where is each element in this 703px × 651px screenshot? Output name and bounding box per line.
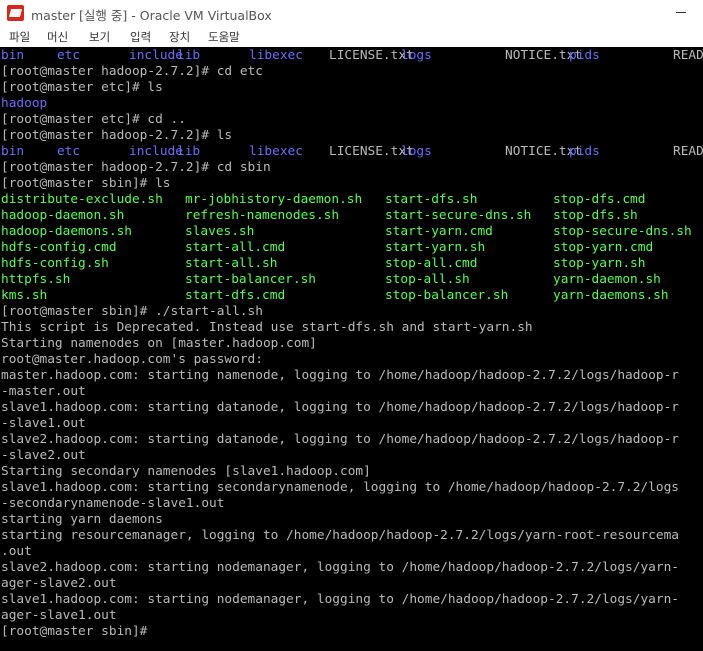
terminal-line: [root@master hadoop-2.7.2]# ls: [1, 128, 233, 143]
script-entry: start-yarn.sh: [385, 240, 486, 255]
directory-entry: libexec: [249, 144, 303, 159]
directory-entry: hadoop: [1, 96, 48, 111]
vm-console-screen[interactable]: bin etc include lib libexec LICENSE.txt logs NO…: [0, 47, 703, 651]
script-entry: stop-yarn.sh: [553, 256, 646, 271]
script-entry: stop-dfs.sh: [553, 208, 638, 223]
terminal-line: ager-slave2.out: [1, 576, 117, 591]
script-entry: start-yarn.cmd: [385, 224, 493, 239]
script-entry: start-dfs.sh: [385, 192, 478, 207]
terminal-line: slave1.hadoop.com: starting nodemanager,…: [1, 592, 679, 607]
terminal-line: [root@master etc]# cd ..: [1, 112, 186, 127]
directory-entry: libexec: [249, 48, 303, 63]
terminal-line: -slave1.out: [1, 416, 86, 431]
script-entry: start-all.cmd: [185, 240, 286, 255]
script-entry: stop-balancer.sh: [385, 288, 509, 303]
virtualbox-app-icon: [7, 5, 24, 21]
file-entry: README.txt: [673, 144, 703, 159]
script-entry: hadoop-daemons.sh: [1, 224, 132, 239]
terminal-line: [root@master sbin]# ./start-all.sh: [1, 304, 263, 319]
minimize-button[interactable]: [676, 12, 686, 13]
directory-entry: pids: [569, 144, 600, 159]
script-entry: start-secure-dns.sh: [385, 208, 532, 223]
terminal-line: slave1.hadoop.com: starting datanode, lo…: [1, 400, 679, 415]
terminal-line: [root@master sbin]# ls: [1, 176, 171, 191]
script-entry: stop-all.cmd: [385, 256, 478, 271]
menu-bar: 파일 머신 보기 입력 장치 도움말: [0, 27, 703, 47]
terminal-line: -secondarynamenode-slave1.out: [1, 496, 225, 511]
terminal-line: starting resourcemanager, logging to /ho…: [1, 528, 679, 543]
script-entry: hadoop-daemon.sh: [1, 208, 125, 223]
directory-entry: include: [129, 144, 183, 159]
terminal-line: starting yarn daemons: [1, 512, 163, 527]
terminal-line: This script is Deprecated. Instead use s…: [1, 320, 533, 335]
script-entry: stop-secure-dns.sh: [553, 224, 692, 239]
menu-input[interactable]: 입력: [130, 29, 151, 45]
directory-entry: logs: [401, 144, 432, 159]
script-entry: kms.sh: [1, 288, 48, 303]
script-entry: hdfs-config.sh: [1, 256, 109, 271]
terminal-line: .out: [1, 544, 32, 559]
menu-devices[interactable]: 장치: [169, 29, 190, 45]
directory-entry: bin: [1, 48, 25, 63]
script-entry: httpfs.sh: [1, 272, 71, 287]
menu-file[interactable]: 파일: [9, 29, 30, 45]
directory-entry: logs: [401, 48, 432, 63]
script-entry: distribute-exclude.sh: [1, 192, 163, 207]
terminal-line: root@master.hadoop.com's password:: [1, 352, 263, 367]
terminal-line: [root@master etc]# ls: [1, 80, 163, 95]
window-title: master [실행 중] - Oracle VM VirtualBox: [31, 8, 272, 23]
script-entry: refresh-namenodes.sh: [185, 208, 340, 223]
menu-machine[interactable]: 머신: [47, 29, 68, 45]
directory-entry: bin: [1, 144, 25, 159]
terminal-line: master.hadoop.com: starting namenode, lo…: [1, 368, 679, 383]
terminal-line: -master.out: [1, 384, 86, 399]
directory-entry: pids: [569, 48, 600, 63]
terminal-line: ager-slave1.out: [1, 608, 117, 623]
script-entry: slaves.sh: [185, 224, 255, 239]
directory-entry: include: [129, 48, 183, 63]
terminal-line: Starting namenodes on [master.hadoop.com…: [1, 336, 317, 351]
script-entry: yarn-daemons.sh: [553, 288, 669, 303]
script-entry: hdfs-config.cmd: [1, 240, 117, 255]
menu-help[interactable]: 도움말: [208, 29, 240, 45]
script-entry: yarn-daemon.sh: [553, 272, 661, 287]
script-entry: stop-yarn.cmd: [553, 240, 654, 255]
directory-entry: lib: [177, 144, 201, 159]
script-entry: start-balancer.sh: [185, 272, 316, 287]
title-bar: master [실행 중] - Oracle VM VirtualBox: [0, 0, 703, 27]
terminal-line: -slave2.out: [1, 448, 86, 463]
terminal-line: slave2.hadoop.com: starting datanode, lo…: [1, 432, 679, 447]
file-entry: README.txt: [673, 48, 703, 63]
directory-entry: etc: [57, 144, 81, 159]
terminal-line: Starting secondary namenodes [slave1.had…: [1, 464, 371, 479]
menu-view[interactable]: 보기: [89, 29, 110, 45]
terminal-line: slave1.hadoop.com: starting secondarynam…: [1, 480, 679, 495]
directory-entry: etc: [57, 48, 81, 63]
script-entry: stop-all.sh: [385, 272, 470, 287]
script-entry: start-all.sh: [185, 256, 278, 271]
directory-entry: lib: [177, 48, 201, 63]
terminal-line: slave2.hadoop.com: starting nodemanager,…: [1, 560, 679, 575]
script-entry: mr-jobhistory-daemon.sh: [185, 192, 363, 207]
terminal-line: [root@master hadoop-2.7.2]# cd sbin: [1, 160, 271, 175]
terminal-line: [root@master sbin]#: [1, 624, 156, 639]
script-entry: stop-dfs.cmd: [553, 192, 646, 207]
script-entry: start-dfs.cmd: [185, 288, 286, 303]
terminal-line: [root@master hadoop-2.7.2]# cd etc: [1, 64, 263, 79]
